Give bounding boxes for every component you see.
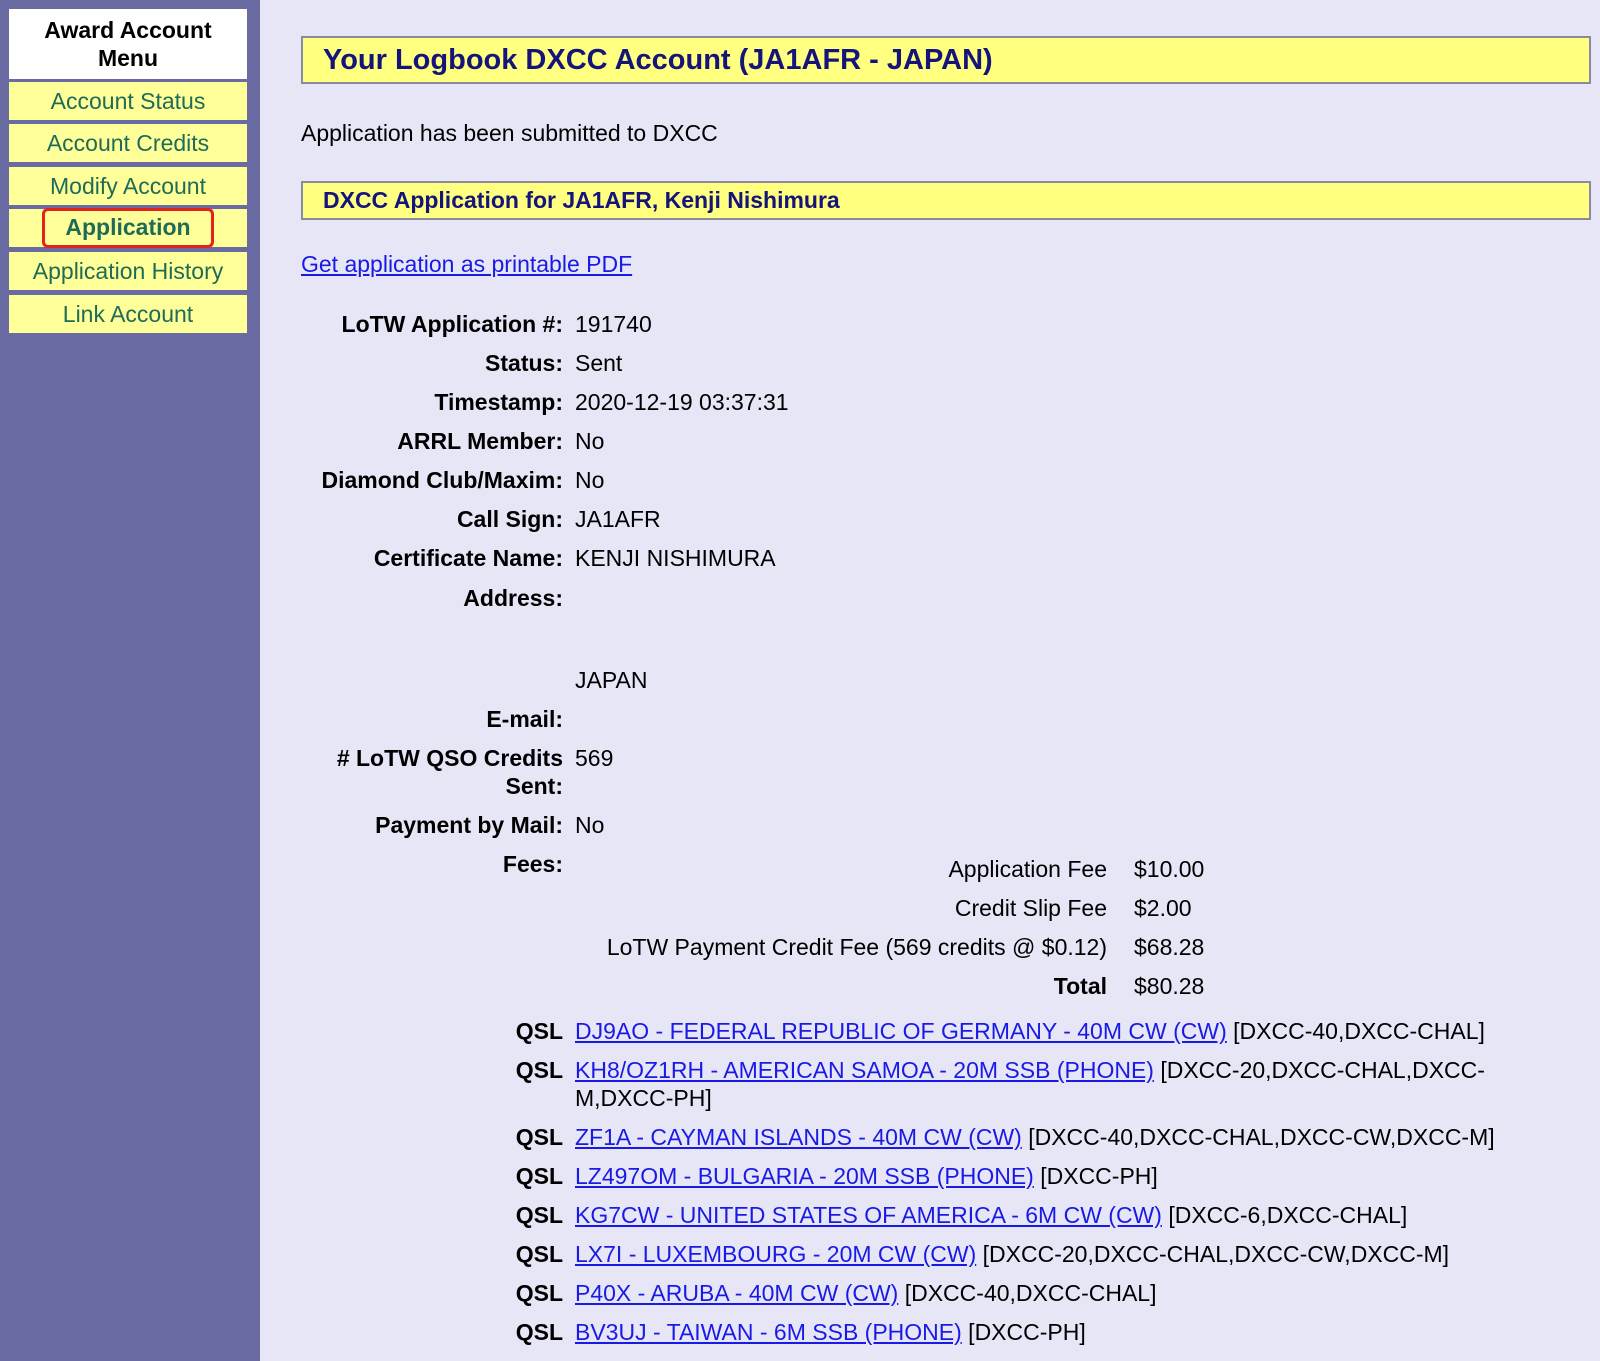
label-call-sign: Call Sign: xyxy=(456,506,563,532)
qsl-row: ZF1A - CAYMAN ISLANDS - 40M CW (CW) [DXC… xyxy=(575,1123,1535,1151)
value-payment-by-mail: No xyxy=(575,812,605,838)
sidebar-item-modify-account[interactable]: Modify Account xyxy=(9,167,247,205)
value-status: Sent xyxy=(575,350,623,376)
qsl-label: QSL xyxy=(515,1163,563,1189)
sidebar-item-account-status[interactable]: Account Status xyxy=(9,82,247,120)
qsl-row: LX7I - LUXEMBOURG - 20M CW (CW) [DXCC-20… xyxy=(575,1240,1535,1268)
qsl-tags: [DXCC-20,DXCC-CHAL,DXCC-CW,DXCC-M] xyxy=(976,1241,1450,1267)
qsl-tags: [DXCC-40,DXCC-CHAL] xyxy=(898,1280,1157,1306)
fee-label-application: Application Fee xyxy=(948,856,1107,882)
qsl-row: DJ9AO - FEDERAL REPUBLIC OF GERMANY - 40… xyxy=(575,1017,1535,1045)
label-qso-credits-line2: Sent: xyxy=(505,773,564,799)
label-payment-by-mail: Payment by Mail: xyxy=(375,812,563,838)
value-certificate-name: KENJI NISHIMURA xyxy=(575,545,776,571)
qsl-link[interactable]: P40X - ARUBA - 40M CW (CW) xyxy=(575,1280,898,1306)
fee-amount-application: $10.00 xyxy=(1134,856,1205,882)
value-timestamp: 2020-12-19 03:37:31 xyxy=(575,389,789,415)
qsl-tags: [DXCC-PH] xyxy=(1033,1163,1158,1189)
page-title: Your Logbook DXCC Account (JA1AFR - JAPA… xyxy=(301,36,1591,84)
label-application-number: LoTW Application #: xyxy=(341,311,563,337)
qsl-row: KG7CW - UNITED STATES OF AMERICA - 6M CW… xyxy=(575,1201,1535,1229)
label-qso-credits: # LoTW QSO Credits Sent: xyxy=(337,744,563,800)
fee-label-credit-slip: Credit Slip Fee xyxy=(954,895,1107,921)
section-title: DXCC Application for JA1AFR, Kenji Nishi… xyxy=(301,181,1591,220)
value-arrl-member: No xyxy=(575,428,605,454)
label-qso-credits-line1: # LoTW QSO Credits xyxy=(336,745,563,771)
fee-amount-total: $80.28 xyxy=(1134,973,1205,999)
qsl-tags: [DXCC-40,DXCC-CHAL] xyxy=(1226,1018,1485,1044)
qsl-tags: [DXCC-PH] xyxy=(961,1319,1086,1345)
label-address: Address: xyxy=(463,585,563,611)
qsl-link[interactable]: LZ497OM - BULGARIA - 20M SSB (PHONE) xyxy=(575,1163,1034,1189)
qsl-link[interactable]: ZF1A - CAYMAN ISLANDS - 40M CW (CW) xyxy=(575,1124,1022,1150)
qsl-link[interactable]: BV3UJ - TAIWAN - 6M SSB (PHONE) xyxy=(575,1319,962,1345)
value-call-sign: JA1AFR xyxy=(575,506,661,532)
qsl-label: QSL xyxy=(515,1202,563,1228)
qsl-label: QSL xyxy=(515,1057,563,1083)
label-certificate-name: Certificate Name: xyxy=(373,545,563,571)
value-address-country: JAPAN xyxy=(575,667,648,693)
qsl-label: QSL xyxy=(515,1124,563,1150)
sidebar-item-application-label: Application xyxy=(42,208,214,248)
qsl-label: QSL xyxy=(515,1241,563,1267)
label-arrl-member: ARRL Member: xyxy=(397,428,563,454)
label-diamond-club: Diamond Club/Maxim: xyxy=(321,467,563,493)
menu-title: Award Account Menu xyxy=(9,9,247,79)
qsl-label: QSL xyxy=(515,1280,563,1306)
qsl-link[interactable]: KG7CW - UNITED STATES OF AMERICA - 6M CW… xyxy=(575,1202,1162,1228)
printable-pdf-link[interactable]: Get application as printable PDF xyxy=(301,251,632,278)
fee-label-total: Total xyxy=(1053,973,1107,999)
fee-amount-lotw-credit: $68.28 xyxy=(1134,934,1205,960)
submission-notice: Application has been submitted to DXCC xyxy=(301,120,718,146)
label-email: E-mail: xyxy=(486,706,563,732)
value-qso-credits: 569 xyxy=(575,745,614,771)
qsl-label: QSL xyxy=(515,1319,563,1345)
sidebar: Award Account Menu Account Status Accoun… xyxy=(0,0,260,1361)
qsl-row: BV3UJ - TAIWAN - 6M SSB (PHONE) [DXCC-PH… xyxy=(575,1318,1535,1346)
qsl-link[interactable]: DJ9AO - FEDERAL REPUBLIC OF GERMANY - 40… xyxy=(575,1018,1227,1044)
sidebar-item-account-credits[interactable]: Account Credits xyxy=(9,124,247,162)
fee-amount-credit-slip: $2.00 xyxy=(1134,895,1192,921)
qsl-tags: [DXCC-40,DXCC-CHAL,DXCC-CW,DXCC-M] xyxy=(1021,1124,1495,1150)
qsl-link[interactable]: KH8/OZ1RH - AMERICAN SAMOA - 20M SSB (PH… xyxy=(575,1057,1154,1083)
qsl-row: KH8/OZ1RH - AMERICAN SAMOA - 20M SSB (PH… xyxy=(575,1056,1535,1112)
qsl-tags: [DXCC-6,DXCC-CHAL] xyxy=(1161,1202,1408,1228)
value-application-number: 191740 xyxy=(575,311,652,337)
label-timestamp: Timestamp: xyxy=(434,389,563,415)
fee-label-lotw-credit: LoTW Payment Credit Fee (569 credits @ $… xyxy=(606,934,1107,960)
label-status: Status: xyxy=(485,350,563,376)
qsl-label: QSL xyxy=(515,1018,563,1044)
sidebar-item-link-account[interactable]: Link Account xyxy=(9,295,247,333)
qsl-link[interactable]: LX7I - LUXEMBOURG - 20M CW (CW) xyxy=(575,1241,976,1267)
value-diamond-club: No xyxy=(575,467,605,493)
qsl-row: P40X - ARUBA - 40M CW (CW) [DXCC-40,DXCC… xyxy=(575,1279,1535,1307)
sidebar-item-application[interactable]: Application xyxy=(9,208,247,248)
qsl-row: LZ497OM - BULGARIA - 20M SSB (PHONE) [DX… xyxy=(575,1162,1535,1190)
label-fees: Fees: xyxy=(502,851,563,877)
sidebar-item-application-history[interactable]: Application History xyxy=(9,252,247,290)
